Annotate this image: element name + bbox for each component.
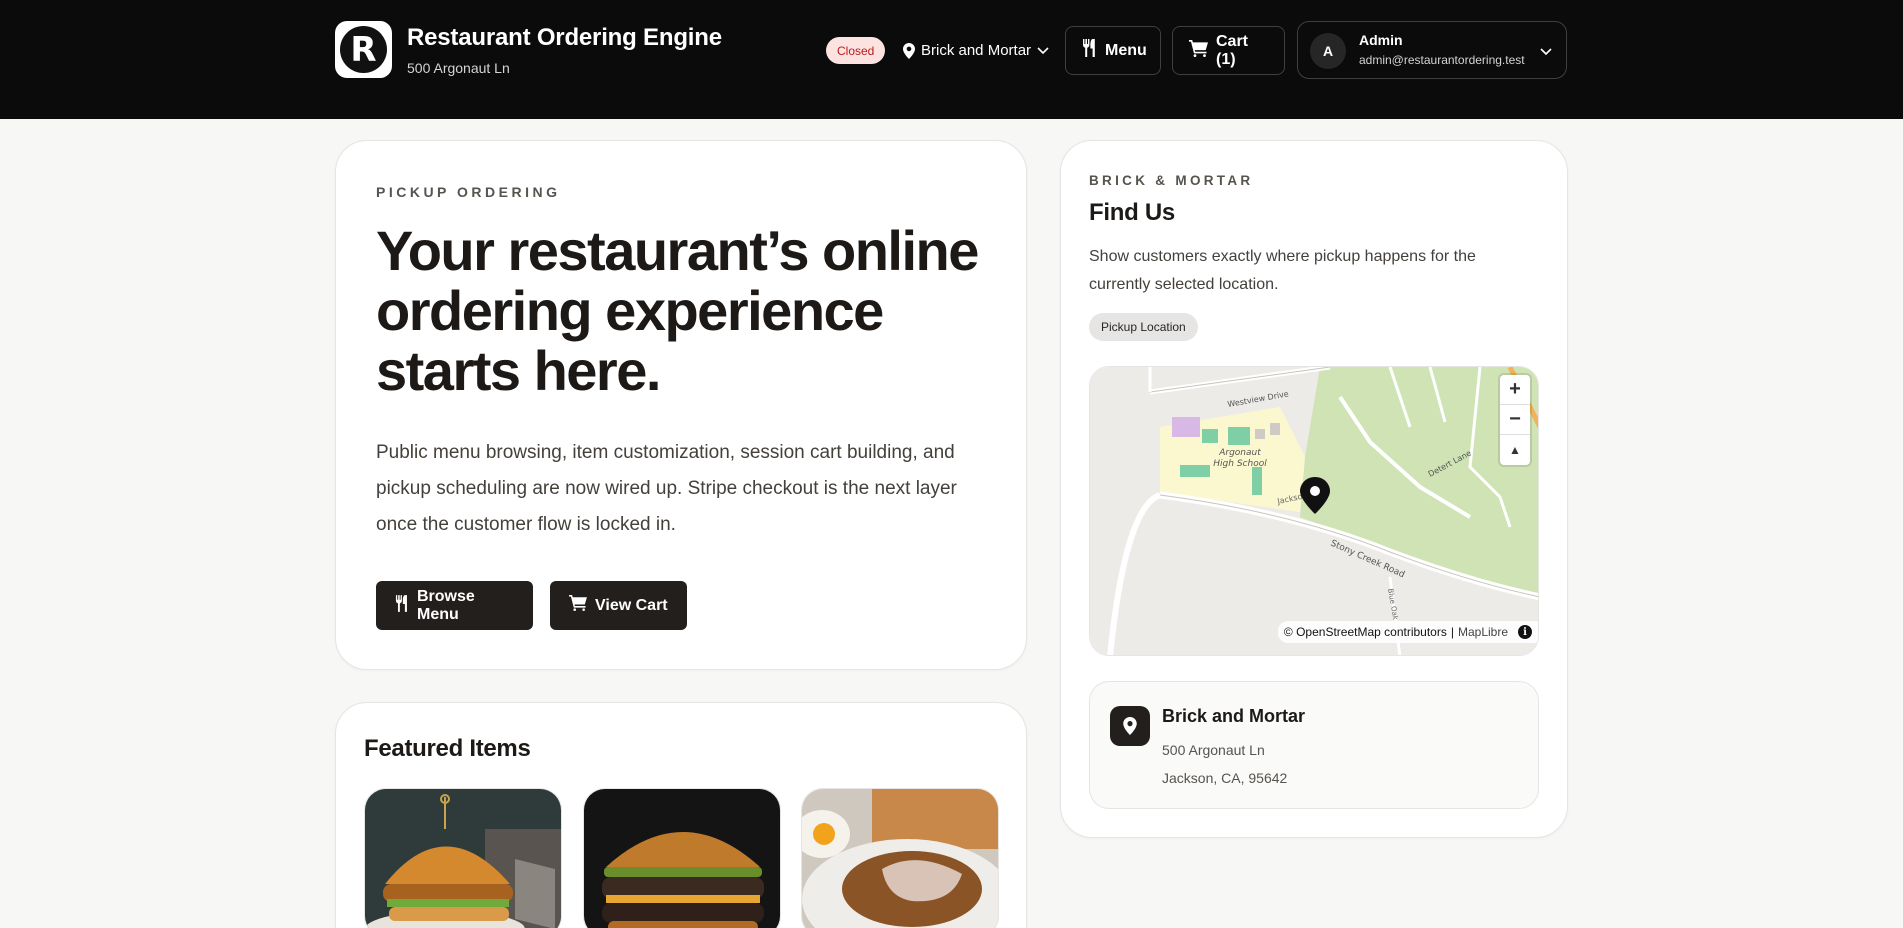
- location-details-card: Brick and Mortar 500 Argonaut Ln Jackson…: [1089, 681, 1539, 809]
- hero-title: Your restaurant’s online ordering experi…: [376, 219, 979, 402]
- map-attribution: © OpenStreetMap contributors | MapLibre …: [1277, 621, 1538, 643]
- map-label-school: Argonaut: [1218, 448, 1261, 458]
- location-map[interactable]: Argonaut High School Stony Creek Road We…: [1089, 366, 1539, 656]
- zoom-out-button[interactable]: −: [1500, 405, 1530, 435]
- zoom-in-button[interactable]: +: [1500, 375, 1530, 405]
- brand-title: Restaurant Ordering Engine: [407, 24, 722, 51]
- cart-button-label: Cart (1): [1216, 32, 1249, 68]
- chevron-down-icon: [1540, 43, 1552, 61]
- featured-items-card: Featured Items: [335, 702, 1027, 928]
- find-us-title: Find Us: [1089, 199, 1175, 226]
- hero-card: PICKUP ORDERING Your restaurant’s online…: [335, 140, 1027, 670]
- brand-logo-letter: R: [340, 26, 387, 73]
- avatar: A: [1310, 33, 1346, 69]
- cart-button[interactable]: Cart (1): [1172, 26, 1285, 75]
- view-cart-button[interactable]: View Cart: [550, 581, 687, 630]
- utensils-icon: [1082, 39, 1097, 62]
- user-email: admin@restaurantordering.test: [1359, 53, 1525, 67]
- pickup-location-badge: Pickup Location: [1089, 313, 1198, 341]
- maplibre-link[interactable]: MapLibre: [1458, 625, 1508, 639]
- top-navigation-bar: R Restaurant Ordering Engine 500 Argonau…: [0, 0, 1903, 119]
- hero-eyebrow: PICKUP ORDERING: [376, 184, 561, 200]
- map-pin-icon: [903, 42, 915, 59]
- map-zoom-controls: + − ▲: [1500, 375, 1530, 465]
- view-cart-label: View Cart: [595, 596, 668, 614]
- browse-menu-button[interactable]: Browse Menu: [376, 581, 533, 630]
- map-pin-icon: [1110, 706, 1150, 746]
- featured-items-title: Featured Items: [364, 735, 531, 762]
- user-name: Admin: [1359, 32, 1403, 48]
- map-label-school-line2: High School: [1213, 459, 1267, 469]
- location-selector-label: Brick and Mortar: [921, 42, 1032, 59]
- cart-icon: [569, 595, 587, 616]
- hero-description: Public menu browsing, item customization…: [376, 442, 957, 535]
- menu-button-label: Menu: [1105, 41, 1147, 59]
- utensils-icon: [395, 594, 409, 617]
- info-icon[interactable]: i: [1518, 625, 1532, 639]
- browse-menu-label: Browse Menu: [417, 587, 475, 623]
- brand-logo[interactable]: R: [335, 21, 392, 78]
- featured-item-double-burger-image[interactable]: [583, 788, 781, 928]
- osm-attribution-link[interactable]: © OpenStreetMap contributors: [1284, 625, 1447, 639]
- featured-item-chicken-sandwich-image[interactable]: [364, 788, 562, 928]
- menu-button[interactable]: Menu: [1065, 26, 1161, 75]
- attribution-separator: |: [1450, 625, 1454, 639]
- location-city: Jackson, CA, 95642: [1162, 770, 1288, 786]
- location-selector[interactable]: Brick and Mortar: [903, 37, 1049, 64]
- find-us-card: BRICK & MORTAR Find Us Show customers ex…: [1060, 140, 1568, 838]
- find-us-eyebrow: BRICK & MORTAR: [1089, 173, 1254, 188]
- cart-icon: [1189, 39, 1208, 62]
- chevron-down-icon: [1037, 46, 1049, 55]
- brand-address: 500 Argonaut Ln: [407, 60, 510, 76]
- featured-item-chicken-fried-steak-image[interactable]: [801, 788, 999, 928]
- location-name: Brick and Mortar: [1162, 706, 1306, 726]
- status-badge: Closed: [826, 37, 886, 64]
- compass-reset-button[interactable]: ▲: [1500, 435, 1530, 465]
- user-menu[interactable]: A Admin admin@restaurantordering.test: [1297, 21, 1567, 79]
- location-street: 500 Argonaut Ln: [1162, 742, 1265, 758]
- find-us-description: Show customers exactly where pickup happ…: [1089, 248, 1476, 293]
